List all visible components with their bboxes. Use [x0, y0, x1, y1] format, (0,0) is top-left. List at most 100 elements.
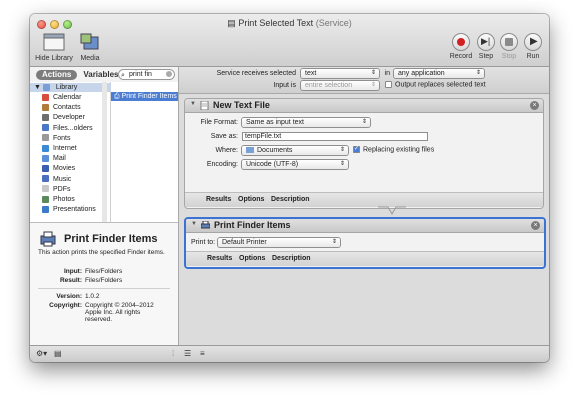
library-category-item[interactable]: Contacts [42, 103, 81, 112]
folder-icon [246, 147, 254, 154]
encoding-popup[interactable]: Unicode (UTF-8) ⇕ [242, 160, 348, 169]
media-button[interactable]: Media [78, 33, 102, 62]
popup-arrow-icon: ⇕ [331, 239, 337, 245]
print-to-popup[interactable]: Default Printer ⇕ [218, 238, 340, 247]
library-category-label: Mail [53, 155, 66, 163]
action-print-finder-items[interactable]: ▼ Print Finder Items × Print to: Default… [184, 217, 546, 269]
library-category-item[interactable]: Music [42, 175, 71, 184]
collapse-triangle-icon[interactable]: ▼ [191, 221, 197, 227]
record-label: Record [449, 53, 473, 60]
action-connector [378, 206, 406, 215]
tab-results[interactable]: Results [206, 196, 231, 203]
stop-button[interactable]: Stop [498, 33, 520, 60]
divider [38, 288, 170, 289]
where-popup[interactable]: Documents ⇕ [242, 146, 348, 155]
action-icon: ⎙ [114, 93, 122, 100]
window-title-suffix: (Service) [315, 18, 352, 28]
input-is-popup[interactable]: entire selection ⇕ [301, 81, 379, 90]
file-format-popup[interactable]: Same as input text ⇕ [242, 118, 370, 127]
library-category-item[interactable]: Calendar [42, 93, 81, 102]
save-as-field[interactable]: tempFile.txt [242, 132, 428, 141]
action-new-text-file[interactable]: ▼ New Text File × File Format: Same as i… [184, 98, 544, 209]
hide-library-button[interactable]: Hide Library [34, 33, 74, 62]
service-application-value: any application [398, 70, 445, 77]
category-icon [42, 103, 49, 111]
popup-arrow-icon: ⇕ [339, 147, 345, 153]
list-view-button[interactable]: ☰ [184, 349, 191, 359]
library-category-label: Presentations [53, 206, 96, 214]
media-label: Media [80, 55, 100, 62]
library-icon [43, 33, 65, 51]
library-category-item[interactable]: Presentations [42, 205, 96, 214]
category-icon [42, 165, 49, 173]
library-category-item[interactable]: Movies [42, 164, 75, 173]
gear-menu-button[interactable]: ⚙▾ [36, 349, 47, 359]
tab-options[interactable]: Options [239, 255, 265, 262]
tab-options[interactable]: Options [238, 196, 264, 203]
tab-description[interactable]: Description [272, 255, 311, 262]
library-category-item[interactable]: Fonts [42, 134, 71, 143]
input-row: Input: Files/Folders [30, 268, 165, 275]
run-button[interactable]: ▶ Run [522, 33, 544, 60]
disclosure-triangle-icon: ▼ [34, 84, 41, 91]
close-icon[interactable]: × [531, 221, 540, 230]
library-category-label: Contacts [53, 104, 81, 112]
copyright-row: Copyright: Copyright © 2004–2012 Apple In… [30, 302, 165, 323]
description-title: Print Finder Items [64, 233, 158, 245]
bottom-bar: ⚙▾ ▤ ⁞ ☰ ≡ [30, 345, 549, 362]
library-category-item[interactable]: PDFs [42, 185, 71, 194]
service-header: Service receives selected text ⇕ in any a… [179, 67, 549, 94]
window-title-text: Print Selected Text [238, 18, 314, 28]
list-splitter[interactable] [102, 82, 107, 222]
where-label: Where: [215, 147, 238, 154]
input-is-value: entire selection [305, 82, 353, 89]
record-button[interactable]: Record [448, 33, 474, 60]
text-file-icon [200, 101, 209, 110]
file-format-label: File Format: [200, 119, 238, 126]
library-category-label: Calendar [53, 94, 82, 101]
library-pane: Actions Variables ⌕ print fin ▼ Library … [30, 67, 179, 346]
encoding-label: Encoding: [206, 161, 238, 168]
print-to-value: Default Printer [222, 239, 267, 246]
media-icon [80, 33, 99, 50]
input-key: Input: [63, 268, 82, 275]
popup-arrow-icon: ⇕ [370, 70, 376, 76]
record-icon [452, 33, 470, 51]
library-category-label: Files...olders [53, 124, 93, 132]
action-result-label: Print Finder Items [121, 93, 177, 100]
resize-handle-icon[interactable]: ⁞ [172, 349, 174, 359]
collapse-triangle-icon[interactable]: ▼ [190, 101, 196, 107]
library-category-item[interactable]: Internet [42, 144, 77, 153]
library-category-item[interactable]: Files...olders [42, 124, 93, 133]
action-description-panel: Print Finder Items This action prints th… [30, 222, 178, 346]
version-key: Version: [56, 293, 82, 300]
action-header: ▼ Print Finder Items × [186, 219, 544, 233]
tab-description[interactable]: Description [271, 196, 310, 203]
replacing-label: Replacing existing files [363, 146, 435, 154]
library-category-item[interactable]: Mail [42, 154, 66, 163]
category-icon [42, 185, 49, 193]
toggle-description-button[interactable]: ▤ [54, 349, 62, 359]
printer-icon [40, 231, 56, 247]
step-button[interactable]: ▶| Step [475, 33, 497, 60]
tab-actions[interactable]: Actions [36, 70, 78, 80]
file-format-value: Same as input text [246, 119, 304, 126]
service-input-type-popup[interactable]: text ⇕ [301, 69, 379, 78]
tab-results[interactable]: Results [207, 255, 232, 262]
clear-search-icon[interactable] [166, 71, 172, 77]
category-icon [42, 195, 49, 203]
popup-arrow-icon: ⇕ [361, 119, 367, 125]
replacing-checkbox[interactable]: ✓ Replacing existing files [353, 146, 434, 153]
library-search-field[interactable]: ⌕ print fin [118, 69, 175, 80]
close-icon[interactable]: × [530, 101, 539, 110]
result-key: Result: [59, 277, 82, 284]
category-icon [42, 144, 49, 152]
library-category-item[interactable]: Photos [42, 195, 75, 204]
log-view-button[interactable]: ≡ [200, 349, 205, 359]
popup-arrow-icon: ⇕ [370, 82, 376, 88]
library-category-item[interactable]: Developer [42, 113, 85, 122]
output-replaces-checkbox[interactable]: Output replaces selected text [385, 81, 486, 88]
service-application-popup[interactable]: any application ⇕ [394, 69, 484, 78]
where-value: Documents [257, 147, 293, 154]
action-result-item[interactable]: ⎙ Print Finder Items [111, 92, 178, 101]
